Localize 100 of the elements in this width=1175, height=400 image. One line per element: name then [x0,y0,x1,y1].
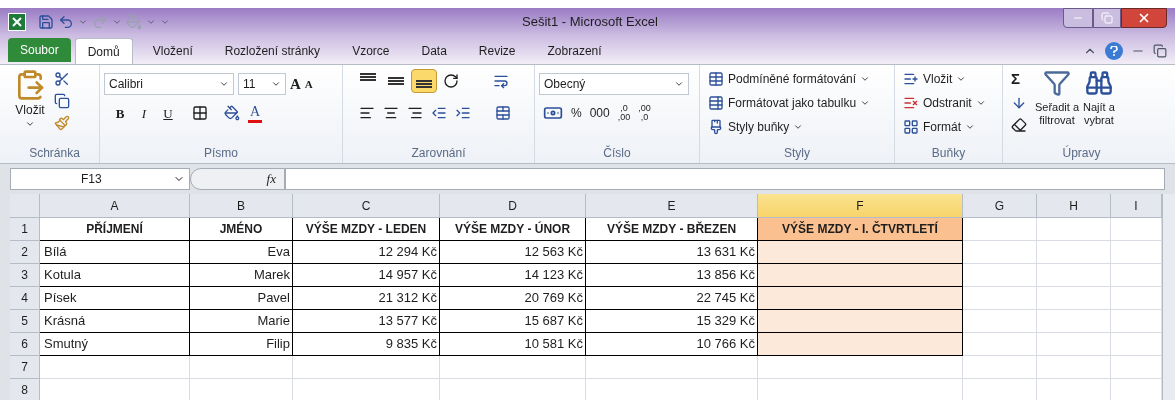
restore-button[interactable] [1093,8,1121,28]
table-cell: VÝŠE MZDY - I. ČTVRTLETÍ [758,218,963,241]
undo-icon[interactable] [58,14,74,30]
insert-cells-button[interactable]: Vložit [903,69,998,89]
italic-button[interactable]: I [136,103,152,123]
row-header[interactable]: 2 [10,241,40,264]
scissors-icon[interactable] [54,71,70,87]
merge-cells-icon[interactable] [495,105,511,121]
bold-button[interactable]: B [112,103,128,123]
ribbon-tab[interactable]: Zobrazení [535,38,614,64]
vertical-scrollbar[interactable] [1162,194,1175,400]
font-color-button[interactable]: A [248,103,263,123]
ribbon-tab[interactable]: Rozložení stránky [212,38,333,64]
row-header[interactable]: 5 [10,310,40,333]
help-icon[interactable] [1105,42,1123,60]
table-cell: Krásná [40,310,190,333]
autosum-button[interactable]: Σ [1011,69,1027,89]
styles-menu-button[interactable]: Styly buňky [708,117,890,137]
number-format-button[interactable]: % [571,104,582,122]
align-icon [416,80,432,88]
caret-icon [793,122,804,132]
ribbon-tab[interactable]: Data [409,38,459,64]
table-icon [708,95,724,111]
format-cells-button[interactable]: Formát [903,117,998,137]
fill-down-icon[interactable] [1011,95,1027,111]
align-left-icon[interactable] [359,105,375,121]
ribbon-tab[interactable]: Revize [466,38,528,64]
table-cell: 14 957 Kč [293,264,440,287]
sort-filter-button[interactable]: Seřadit a filtrovat [1035,69,1080,145]
orientation-icon[interactable] [443,73,459,89]
align-icon [388,77,404,85]
formula-field[interactable] [285,168,1165,190]
find-select-button[interactable]: Najít a vybrat [1083,69,1115,145]
file-tab[interactable]: Soubor [8,38,71,62]
row-header[interactable]: 4 [10,287,40,310]
table-cell: 12 294 Kč [293,241,440,264]
table-cell: 21 312 Kč [293,287,440,310]
row-header[interactable]: 3 [10,264,40,287]
group-label: Písmo [203,145,239,162]
table-cell: 15 687 Kč [440,310,586,333]
row-header[interactable]: 6 [10,333,40,356]
caret-icon [956,74,967,84]
name-box[interactable]: F13 [10,168,190,190]
paste-button[interactable]: Vložit [14,69,46,131]
column-header[interactable]: D [440,194,586,218]
number-format-button[interactable]: 000 [589,104,610,122]
eraser-icon[interactable] [1011,117,1027,133]
table-icon [708,71,724,87]
save-icon[interactable] [38,14,54,30]
minimize-button[interactable] [1063,8,1093,28]
styles-menu-button[interactable]: Podmíněné formátování [708,69,890,89]
table-cell: 20 769 Kč [440,287,586,310]
increase-indent-icon[interactable] [455,105,471,121]
caret-icon [860,98,871,108]
close-button[interactable] [1121,8,1167,28]
shrink-font-button[interactable]: A [304,76,313,93]
format-painter-icon[interactable] [54,115,70,131]
font-size-field[interactable]: 11 [238,73,286,96]
bottom-align-button[interactable] [411,69,437,93]
grow-font-button[interactable]: A [290,73,301,96]
styles-menu-button[interactable]: Formátovat jako tabulku [708,93,890,113]
ribbon-tab[interactable]: Vzorce [340,38,402,64]
table-cell: PŘÍJMENÍ [40,218,190,241]
table-cell: Marek [190,264,293,287]
column-header[interactable]: B [190,194,293,218]
row-header[interactable]: 8 [10,379,40,400]
decimal-button[interactable]: ,0 ,00 [617,104,631,122]
column-header[interactable]: C [293,194,440,218]
wrap-text-icon[interactable] [493,73,509,89]
table-cell: 9 835 Kč [293,333,440,356]
column-header[interactable]: H [1037,194,1111,218]
ribbon-tab[interactable]: Vložení [140,38,205,64]
underline-button[interactable]: U [160,103,176,123]
restore-icon [1101,12,1113,24]
close-icon [1137,11,1151,25]
align-center-icon[interactable] [383,105,399,121]
column-header[interactable]: F [758,194,963,218]
decimal-button[interactable]: ,00 ,0 [638,104,651,122]
rows-plus-icon [903,71,919,87]
column-header[interactable]: G [963,194,1037,218]
fill-color-icon[interactable] [224,105,240,122]
copy-icon[interactable] [54,93,70,109]
excel-logo-icon[interactable] [8,13,26,31]
font-name-field[interactable]: Calibri [104,73,234,96]
decrease-indent-icon[interactable] [431,105,447,121]
ribbon-tab[interactable]: Domů [74,38,133,64]
align-right-icon[interactable] [407,105,423,121]
borders-icon[interactable] [192,105,208,122]
column-header[interactable]: I [1111,194,1162,218]
column-header[interactable]: E [586,194,758,218]
row-header[interactable]: 1 [10,218,40,241]
insert-function-button[interactable]: fx [266,169,276,189]
table-cell: VÝŠE MZDY - ÚNOR [440,218,586,241]
column-header[interactable]: A [40,194,190,218]
row-header[interactable]: 7 [10,356,40,379]
number-format-field[interactable]: Obecný [539,73,689,95]
restore-workbook-icon[interactable] [1153,44,1167,58]
caret-icon [674,79,684,89]
delete-cells-button[interactable]: Odstranit [903,93,998,113]
align-icon [360,73,376,81]
